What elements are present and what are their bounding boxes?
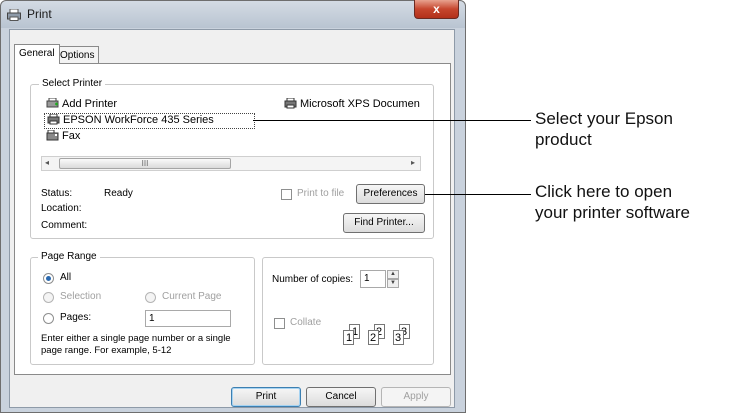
radio-pages[interactable] — [43, 313, 54, 324]
pages-input[interactable]: 1 — [145, 310, 231, 327]
list-item-fax[interactable]: Fax — [46, 130, 80, 142]
copies-input[interactable]: 1 — [360, 270, 386, 288]
find-printer-button[interactable]: Find Printer... — [343, 213, 425, 233]
close-button[interactable]: x — [414, 0, 459, 19]
copies-up-icon[interactable]: ▲ — [387, 270, 399, 279]
callout-line-select-product — [253, 120, 531, 121]
printer-name: EPSON WorkForce 435 Series — [63, 114, 214, 126]
callout-line-preferences — [425, 194, 531, 195]
select-printer-group-label: Select Printer — [39, 78, 106, 89]
printer-name: Fax — [62, 130, 81, 142]
printer-list-scrollbar[interactable]: ◂ III ▸ — [41, 156, 421, 171]
status-label: Status: — [41, 188, 73, 199]
add-printer-icon — [46, 98, 59, 108]
radio-pages-label: Pages: — [60, 312, 92, 323]
list-item-microsoft-xps[interactable]: Microsoft XPS Documen — [284, 98, 420, 110]
radio-all-label: All — [60, 272, 72, 283]
copies-down-icon[interactable]: ▼ — [387, 279, 399, 288]
collate-page-icon: 2 — [368, 330, 379, 345]
preferences-button[interactable]: Preferences — [356, 184, 425, 204]
list-item-add-printer[interactable]: Add Printer — [46, 98, 117, 110]
comment-label: Comment: — [41, 220, 88, 231]
collate-page-icon: 3 — [393, 330, 404, 345]
number-of-copies-label: Number of copies: — [272, 274, 354, 285]
printer-icon — [284, 98, 297, 109]
callout-text-line: Click here to open — [535, 182, 673, 201]
page-range-hint-line2: page range. For example, 5-12 — [41, 345, 172, 356]
cancel-button[interactable]: Cancel — [306, 387, 376, 407]
radio-current-page-label: Current Page — [162, 291, 222, 302]
callout-open-software: Click here to open your printer software — [535, 181, 690, 223]
scrollbar-thumb[interactable]: III — [59, 158, 231, 169]
page-range-hint-line1: Enter either a single page number or a s… — [41, 333, 231, 344]
window-title: Print — [27, 7, 52, 21]
printer-name: Add Printer — [62, 98, 118, 110]
tab-options[interactable]: Options — [55, 46, 100, 64]
status-value: Ready — [104, 188, 133, 199]
scroll-left-icon[interactable]: ◂ — [45, 158, 49, 167]
collate-page-icon: 1 — [343, 330, 354, 345]
printer-name: Microsoft XPS Documen — [300, 98, 420, 110]
list-item-epson-workforce[interactable]: EPSON WorkForce 435 Series — [44, 113, 255, 129]
radio-all[interactable] — [43, 273, 54, 284]
page-range-group-label: Page Range — [38, 251, 100, 262]
scroll-right-icon[interactable]: ▸ — [411, 158, 415, 167]
collate-checkbox[interactable] — [274, 318, 285, 329]
print-to-file-checkbox[interactable] — [281, 189, 292, 200]
apply-button[interactable]: Apply — [381, 387, 451, 407]
radio-selection-label: Selection — [60, 291, 102, 302]
print-to-file-label: Print to file — [297, 188, 345, 199]
callout-select-product: Select your Epson product — [535, 108, 673, 150]
callout-text-line: Select your Epson — [535, 109, 673, 128]
callout-text-line: your printer software — [535, 203, 690, 222]
callout-text-line: product — [535, 130, 592, 149]
printer-icon — [47, 114, 60, 125]
collate-label: Collate — [290, 317, 322, 328]
printer-icon — [7, 9, 21, 21]
location-label: Location: — [41, 203, 82, 214]
radio-selection[interactable] — [43, 292, 54, 303]
fax-icon — [46, 130, 59, 141]
radio-current-page[interactable] — [145, 292, 156, 303]
tab-general[interactable]: General — [14, 44, 60, 64]
print-button[interactable]: Print — [231, 387, 301, 407]
